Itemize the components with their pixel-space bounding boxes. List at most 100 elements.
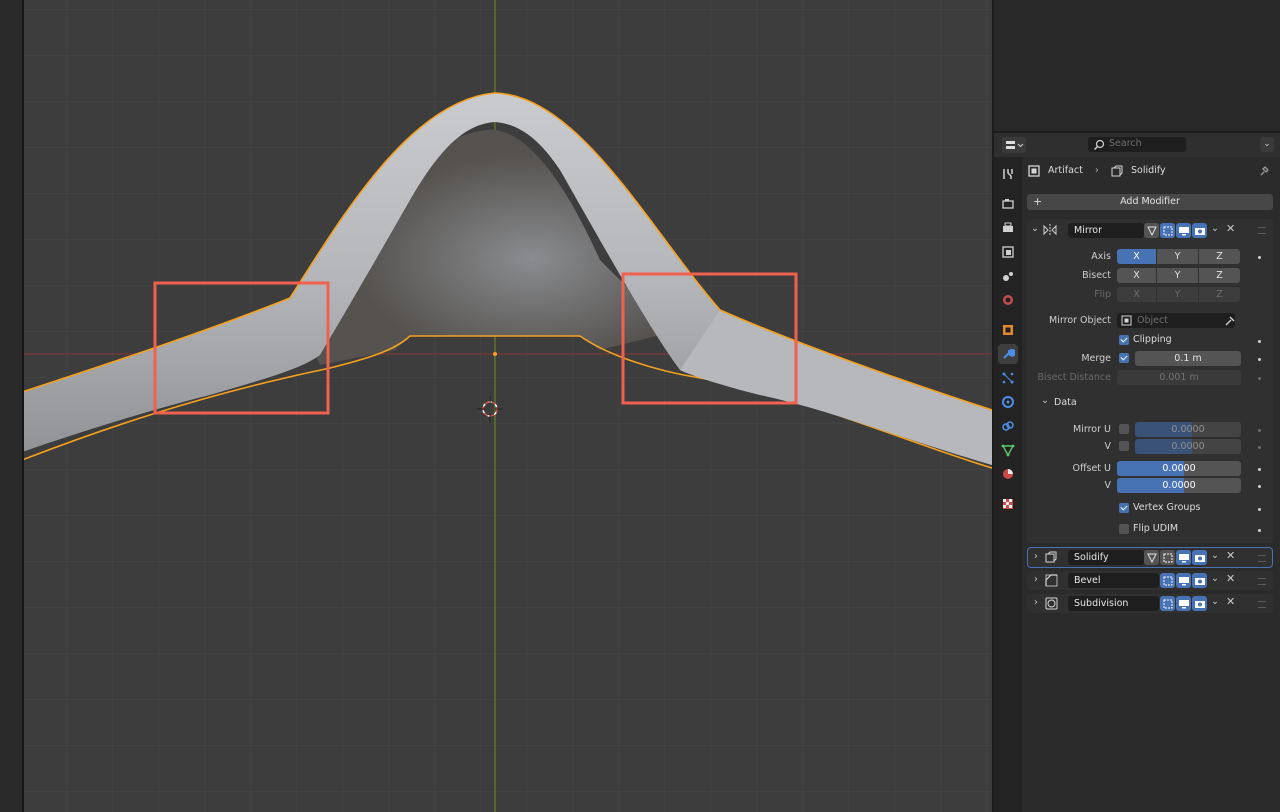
header-options-chevron-icon[interactable]: ⌄ [1260,137,1274,152]
keyframe-dot[interactable] [1258,485,1261,488]
keyframe-dot[interactable] [1258,429,1261,432]
bevel-name-field[interactable]: Bevel [1068,573,1159,588]
camera-icon [1194,577,1205,585]
keyframe-dot[interactable] [1258,256,1261,259]
subdivision-modifier-panel[interactable]: › Subdivision ⌄ ✕ [1027,594,1273,613]
axis-z-toggle[interactable]: Z [1199,249,1240,264]
viewport-left-border [0,0,24,812]
keyframe-dot[interactable] [1258,529,1261,532]
tab-object[interactable] [998,320,1018,340]
solidify-name-field[interactable]: Solidify [1068,550,1144,565]
edit-mode-cage-toggle[interactable] [1144,550,1159,565]
viewport-toggle[interactable] [1176,573,1191,588]
tab-material[interactable] [998,464,1018,484]
edit-mode-toggle[interactable] [1160,573,1175,588]
subdivision-name-field[interactable]: Subdivision [1068,596,1159,611]
drag-handle-icon[interactable] [1258,227,1266,234]
keyframe-dot[interactable] [1258,508,1261,511]
tab-constraints[interactable] [998,416,1018,436]
modifier-menu-chevron-icon[interactable]: ⌄ [1211,223,1219,234]
pin-icon[interactable] [1258,165,1270,177]
flip-z-toggle[interactable]: Z [1199,287,1240,302]
3d-viewport[interactable] [0,0,992,812]
render-toggle[interactable] [1192,223,1207,238]
render-toggle[interactable] [1192,596,1207,611]
edit-mode-toggle[interactable] [1160,550,1175,565]
bisect-z-toggle[interactable]: Z [1199,268,1240,283]
mirror-u-checkbox[interactable] [1119,424,1129,434]
merge-checkbox[interactable] [1119,353,1129,363]
data-collapse-chevron-icon[interactable]: ⌄ [1041,395,1049,406]
tab-tool[interactable] [998,164,1018,184]
merge-distance-field[interactable]: 0.1 m [1135,351,1241,366]
keyframe-dot[interactable] [1258,377,1261,380]
mirror-u-offset-field[interactable]: 0.0000 [1135,422,1241,437]
tab-view-layer[interactable] [998,242,1018,262]
render-toggle[interactable] [1192,550,1207,565]
axis-y-toggle[interactable]: Y [1157,249,1198,264]
remove-modifier-icon[interactable]: ✕ [1226,549,1235,562]
search-input[interactable]: Search [1088,137,1186,152]
remove-modifier-icon[interactable]: ✕ [1226,222,1235,235]
mirror-name-field[interactable]: Mirror [1068,223,1144,238]
monitor-icon [1178,553,1189,562]
edit-mode-icon [1163,599,1172,608]
tab-render[interactable] [998,194,1018,214]
viewport-toggle[interactable] [1176,550,1191,565]
remove-modifier-icon[interactable]: ✕ [1226,572,1235,585]
offset-u-field[interactable]: 0.0000 [1117,461,1241,476]
bisect-x-toggle[interactable]: X [1117,268,1156,283]
tab-particles[interactable] [998,368,1018,388]
render-toggle[interactable] [1192,573,1207,588]
eyedropper-icon[interactable] [1224,315,1235,326]
modifier-menu-chevron-icon[interactable]: ⌄ [1211,596,1219,607]
tab-modifiers[interactable] [998,344,1018,364]
flip-y-toggle[interactable]: Y [1157,287,1198,302]
edit-mode-toggle[interactable] [1160,223,1175,238]
mirror-v-checkbox[interactable] [1119,441,1129,451]
bevel-icon [1045,574,1058,587]
mirror-object-label: Mirror Object [1049,315,1111,326]
drag-handle-icon[interactable] [1258,555,1266,562]
bevel-modifier-panel[interactable]: › Bevel ⌄ ✕ [1027,571,1273,590]
tab-physics[interactable] [998,392,1018,412]
keyframe-dot[interactable] [1258,468,1261,471]
expand-chevron-icon[interactable]: › [1034,597,1038,608]
expand-chevron-icon[interactable]: › [1034,574,1038,585]
edit-mode-toggle[interactable] [1160,596,1175,611]
offset-v-field[interactable]: 0.0000 [1117,478,1241,493]
remove-modifier-icon[interactable]: ✕ [1226,595,1235,608]
solidify-modifier-panel[interactable]: › Solidify ⌄ ✕ [1027,547,1273,568]
keyframe-dot[interactable] [1258,358,1261,361]
drag-handle-icon[interactable] [1258,601,1266,608]
keyframe-dot[interactable] [1258,340,1261,343]
modifier-menu-chevron-icon[interactable]: ⌄ [1211,550,1219,561]
viewport-canvas[interactable] [0,0,992,812]
tab-texture[interactable] [998,494,1018,514]
flip-udim-checkbox[interactable] [1119,524,1129,534]
drag-handle-icon[interactable] [1258,578,1266,585]
clipping-checkbox[interactable] [1119,335,1129,345]
expand-chevron-icon[interactable]: › [1034,551,1038,562]
mirror-object-field[interactable]: Object [1117,313,1235,328]
tab-scene[interactable] [998,266,1018,286]
axis-x-toggle[interactable]: X [1117,249,1156,264]
modifier-menu-chevron-icon[interactable]: ⌄ [1211,573,1219,584]
keyframe-dot[interactable] [1258,446,1261,449]
add-modifier-button[interactable]: + Add Modifier [1027,194,1273,210]
viewport-toggle[interactable] [1176,596,1191,611]
bisect-y-toggle[interactable]: Y [1157,268,1198,283]
flip-label: Flip [1094,289,1111,300]
viewport-toggle[interactable] [1176,223,1191,238]
flip-x-toggle[interactable]: X [1117,287,1156,302]
mirror-v-offset-field[interactable]: 0.0000 [1135,439,1241,454]
outliner-panel[interactable] [994,0,1280,131]
vertex-groups-checkbox[interactable] [1119,503,1129,513]
editor-type-button[interactable] [1002,137,1026,153]
collapse-chevron-icon[interactable]: ⌄ [1031,223,1039,234]
tab-output[interactable] [998,218,1018,238]
tab-data[interactable] [998,440,1018,460]
tab-world[interactable] [998,290,1018,310]
bisect-distance-field[interactable]: 0.001 m [1117,370,1241,385]
edit-mode-cage-toggle[interactable] [1144,223,1159,238]
